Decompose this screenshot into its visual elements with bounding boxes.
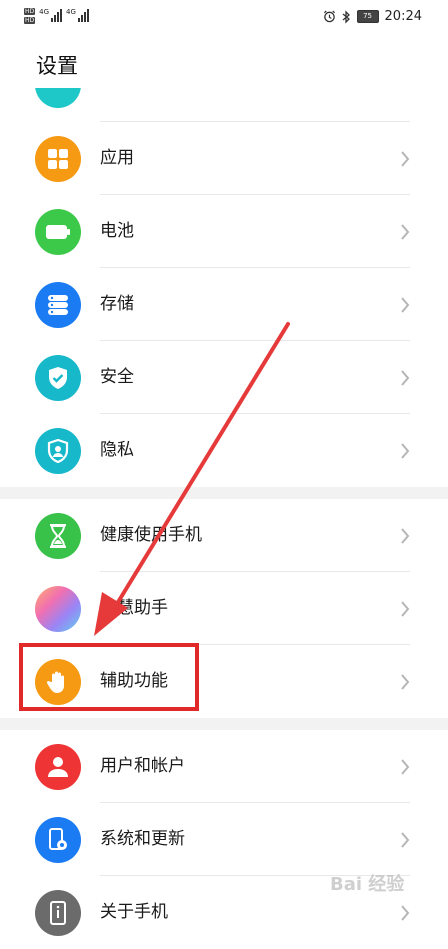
assistant-orb-icon — [35, 586, 81, 632]
hd-badge: HD — [24, 17, 36, 24]
settings-item-partial[interactable] — [0, 88, 448, 122]
settings-item-label: 应用 — [100, 148, 134, 168]
phone-info-icon — [35, 890, 81, 936]
settings-item-label: 智慧助手 — [100, 598, 168, 618]
apps-grid-icon — [35, 136, 81, 182]
chevron-right-icon — [401, 370, 410, 386]
hourglass-icon — [35, 513, 81, 559]
hd-badge: HD — [24, 8, 36, 15]
signal-icon — [51, 8, 63, 22]
chevron-right-icon — [401, 443, 410, 459]
network-type: 4G — [39, 8, 50, 16]
settings-item-label: 用户和帐户 — [100, 756, 185, 776]
section-gap — [0, 487, 448, 499]
signal-icon — [77, 8, 89, 22]
status-bar: HD HD 4G 4G 75 20:24 — [0, 0, 448, 36]
settings-item-label: 存储 — [100, 294, 134, 314]
settings-item-smart-assistant[interactable]: 智慧助手 — [0, 572, 448, 645]
bluetooth-icon — [342, 9, 350, 24]
annotation-highlight-box — [19, 643, 199, 711]
phone-gear-icon — [35, 817, 81, 863]
settings-item-label: 隐私 — [100, 440, 134, 460]
settings-list: 应用 电池 存储 安全 隐私 健康使用手机 智慧助手 辅助功能 用户和帐户 系统… — [0, 88, 448, 949]
chevron-right-icon — [401, 759, 410, 775]
battery-icon — [35, 209, 81, 255]
settings-item-users-accounts[interactable]: 用户和帐户 — [0, 730, 448, 803]
settings-item-battery[interactable]: 电池 — [0, 195, 448, 268]
settings-item-storage[interactable]: 存储 — [0, 268, 448, 341]
chevron-right-icon — [401, 832, 410, 848]
battery-indicator: 75 — [356, 10, 379, 23]
clock: 20:24 — [384, 9, 422, 24]
settings-item-digital-balance[interactable]: 健康使用手机 — [0, 499, 448, 572]
settings-item-label: 健康使用手机 — [100, 525, 202, 545]
teal-partial-icon — [35, 88, 81, 108]
settings-item-label: 电池 — [100, 221, 134, 241]
shield-check-icon — [35, 355, 81, 401]
section-gap — [0, 718, 448, 730]
privacy-shield-icon — [35, 428, 81, 474]
settings-item-label: 系统和更新 — [100, 829, 185, 849]
alarm-icon — [323, 10, 335, 23]
chevron-right-icon — [401, 151, 410, 167]
settings-item-privacy[interactable]: 隐私 — [0, 414, 448, 487]
watermark: Bai 经验 — [330, 874, 405, 895]
chevron-right-icon — [401, 674, 410, 690]
storage-icon — [35, 282, 81, 328]
settings-item-label: 安全 — [100, 367, 134, 387]
network-type: 4G — [66, 8, 76, 16]
chevron-right-icon — [401, 528, 410, 544]
chevron-right-icon — [401, 905, 410, 921]
chevron-right-icon — [401, 224, 410, 240]
settings-item-label: 关于手机 — [100, 902, 168, 922]
settings-item-security[interactable]: 安全 — [0, 341, 448, 414]
settings-item-system-update[interactable]: 系统和更新 — [0, 803, 448, 876]
chevron-right-icon — [401, 297, 410, 313]
network-indicators: HD HD 4G 4G — [24, 8, 89, 24]
chevron-right-icon — [401, 601, 410, 617]
page-title: 设置 — [36, 54, 78, 78]
user-icon — [35, 744, 81, 790]
settings-item-apps[interactable]: 应用 — [0, 122, 448, 195]
